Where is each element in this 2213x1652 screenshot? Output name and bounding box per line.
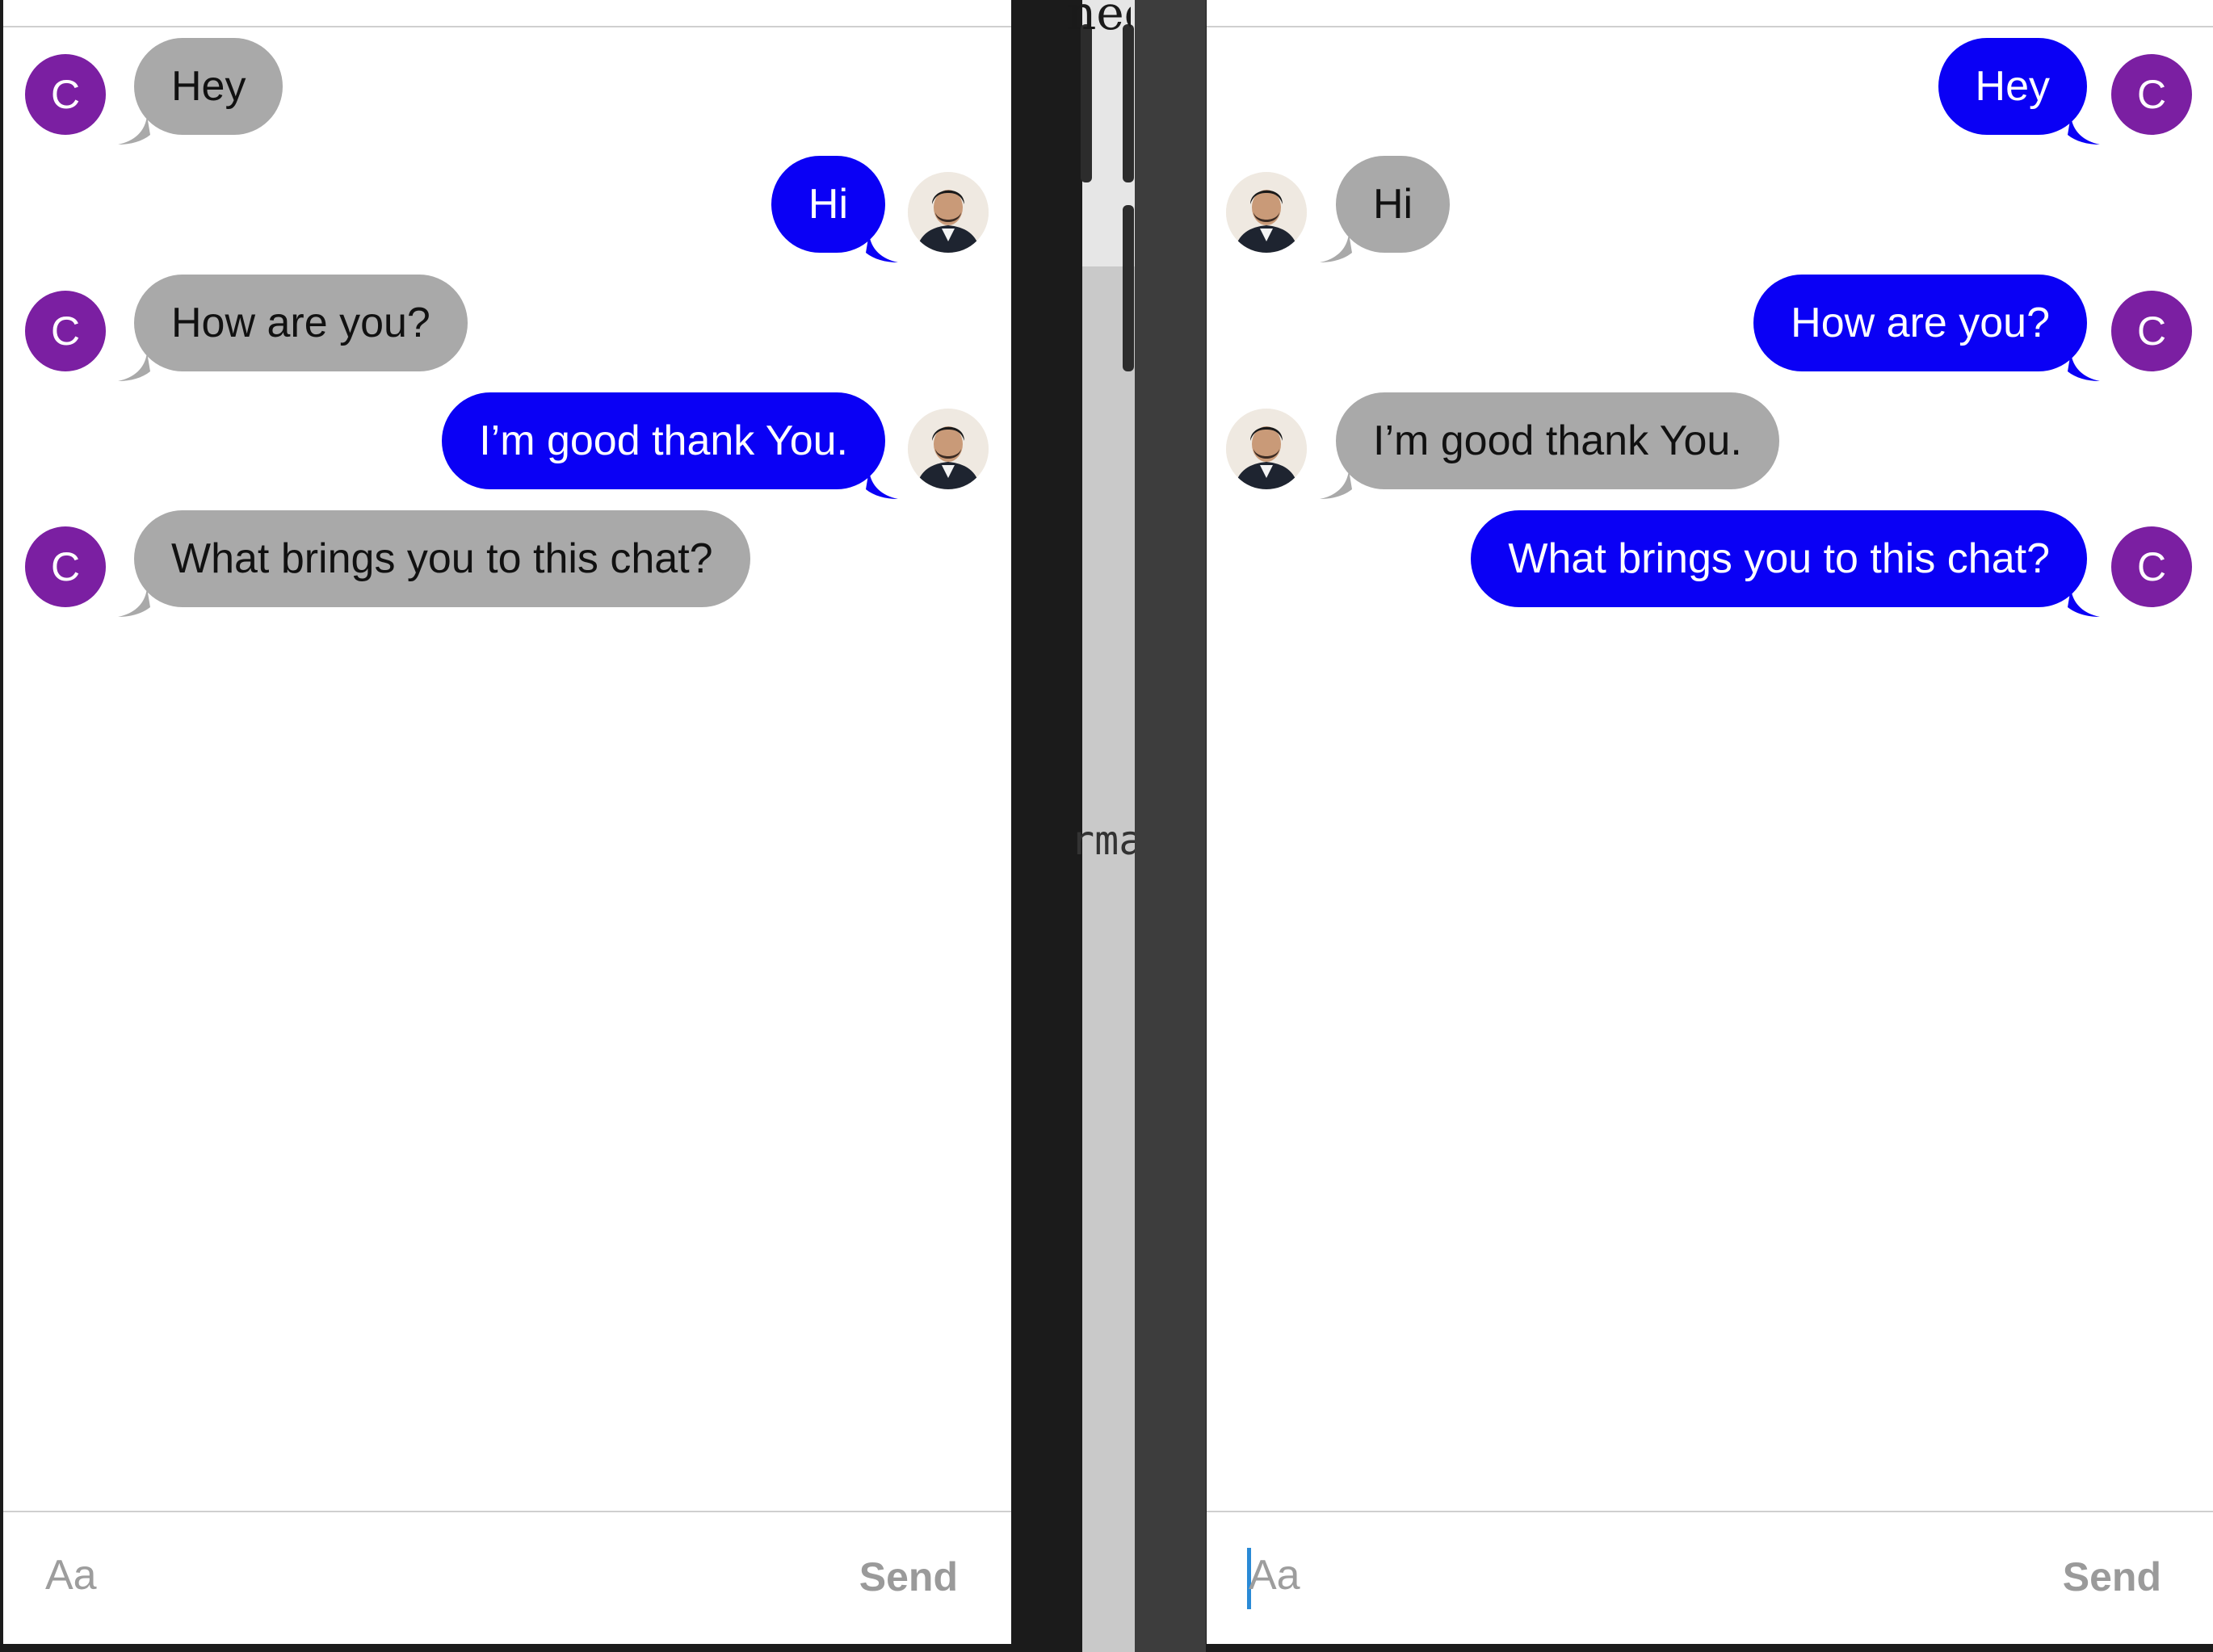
bubble-tail — [118, 115, 150, 145]
bubble-tail — [1320, 470, 1352, 499]
avatar-letter: C — [50, 544, 81, 589]
message-composer: Send — [1207, 1511, 2213, 1644]
message-bubble[interactable]: I’m good thank You. — [442, 392, 885, 489]
background-divider — [1135, 0, 1206, 1652]
bubble-tail — [866, 470, 898, 499]
avatar: C — [25, 526, 106, 607]
background-tab — [1081, 24, 1092, 182]
avatar-letter: C — [50, 308, 81, 354]
message-row: How are you? C — [1207, 275, 2213, 381]
avatar-letter: C — [2136, 308, 2167, 354]
message-bubble[interactable]: What brings you to this chat? — [134, 510, 750, 607]
message-row: C How are you? — [3, 275, 1011, 381]
message-row: C Hey — [3, 38, 1011, 145]
bubble-tail — [866, 233, 898, 262]
bubble-tail — [118, 352, 150, 381]
chat-header — [3, 0, 1011, 27]
bubble-tail — [2068, 352, 2100, 381]
message-bubble[interactable]: Hey — [134, 38, 283, 135]
person-icon — [908, 172, 989, 253]
chat-pane-left: C Hey Hi C How are you? I’m good thank Y — [3, 0, 1011, 1644]
avatar: C — [2111, 291, 2192, 371]
message-composer: Send — [3, 1511, 1011, 1644]
avatar: C — [2111, 526, 2192, 607]
message-row: What brings you to this chat? C — [1207, 510, 2213, 617]
message-input[interactable] — [1249, 1543, 1976, 1608]
message-row: Hi — [3, 156, 1011, 262]
avatar-letter: C — [2136, 544, 2167, 589]
avatar: C — [25, 291, 106, 371]
bubble-tail — [2068, 588, 2100, 617]
background-text-fragment: rma — [1070, 817, 1135, 864]
person-icon — [908, 409, 989, 489]
avatar-letter: C — [50, 72, 81, 117]
background-tab — [1123, 205, 1134, 371]
person-icon — [1226, 172, 1307, 253]
user-photo-avatar — [1226, 172, 1307, 253]
message-row: C What brings you to this chat? — [3, 510, 1011, 617]
chat-pane-right: Hey C Hi How are you? C I’m good thank Y… — [1207, 0, 2213, 1644]
bubble-tail — [2068, 115, 2100, 145]
message-bubble[interactable]: How are you? — [1753, 275, 2087, 371]
avatar-letter: C — [2136, 72, 2167, 117]
message-bubble[interactable]: I’m good thank You. — [1336, 392, 1779, 489]
message-bubble[interactable]: Hey — [1938, 38, 2087, 135]
message-bubble[interactable]: How are you? — [134, 275, 468, 371]
chat-header — [1207, 0, 2213, 27]
message-bubble[interactable]: Hi — [1336, 156, 1451, 253]
bubble-tail — [118, 588, 150, 617]
bubble-tail — [1320, 233, 1352, 262]
message-row: I’m good thank You. — [1207, 392, 2213, 499]
background-text-fragment: nee — [1066, 0, 1131, 40]
send-button[interactable]: Send — [859, 1553, 958, 1601]
person-icon — [1226, 409, 1307, 489]
message-row: Hi — [1207, 156, 2213, 262]
message-bubble[interactable]: What brings you to this chat? — [1471, 510, 2087, 607]
user-photo-avatar — [908, 409, 989, 489]
message-row: Hey C — [1207, 38, 2213, 145]
background-tab — [1123, 24, 1134, 182]
user-photo-avatar — [908, 172, 989, 253]
send-button[interactable]: Send — [2063, 1553, 2161, 1601]
avatar: C — [2111, 54, 2192, 135]
message-input[interactable] — [45, 1543, 772, 1608]
avatar: C — [25, 54, 106, 135]
message-row: I’m good thank You. — [3, 392, 1011, 499]
user-photo-avatar — [1226, 409, 1307, 489]
